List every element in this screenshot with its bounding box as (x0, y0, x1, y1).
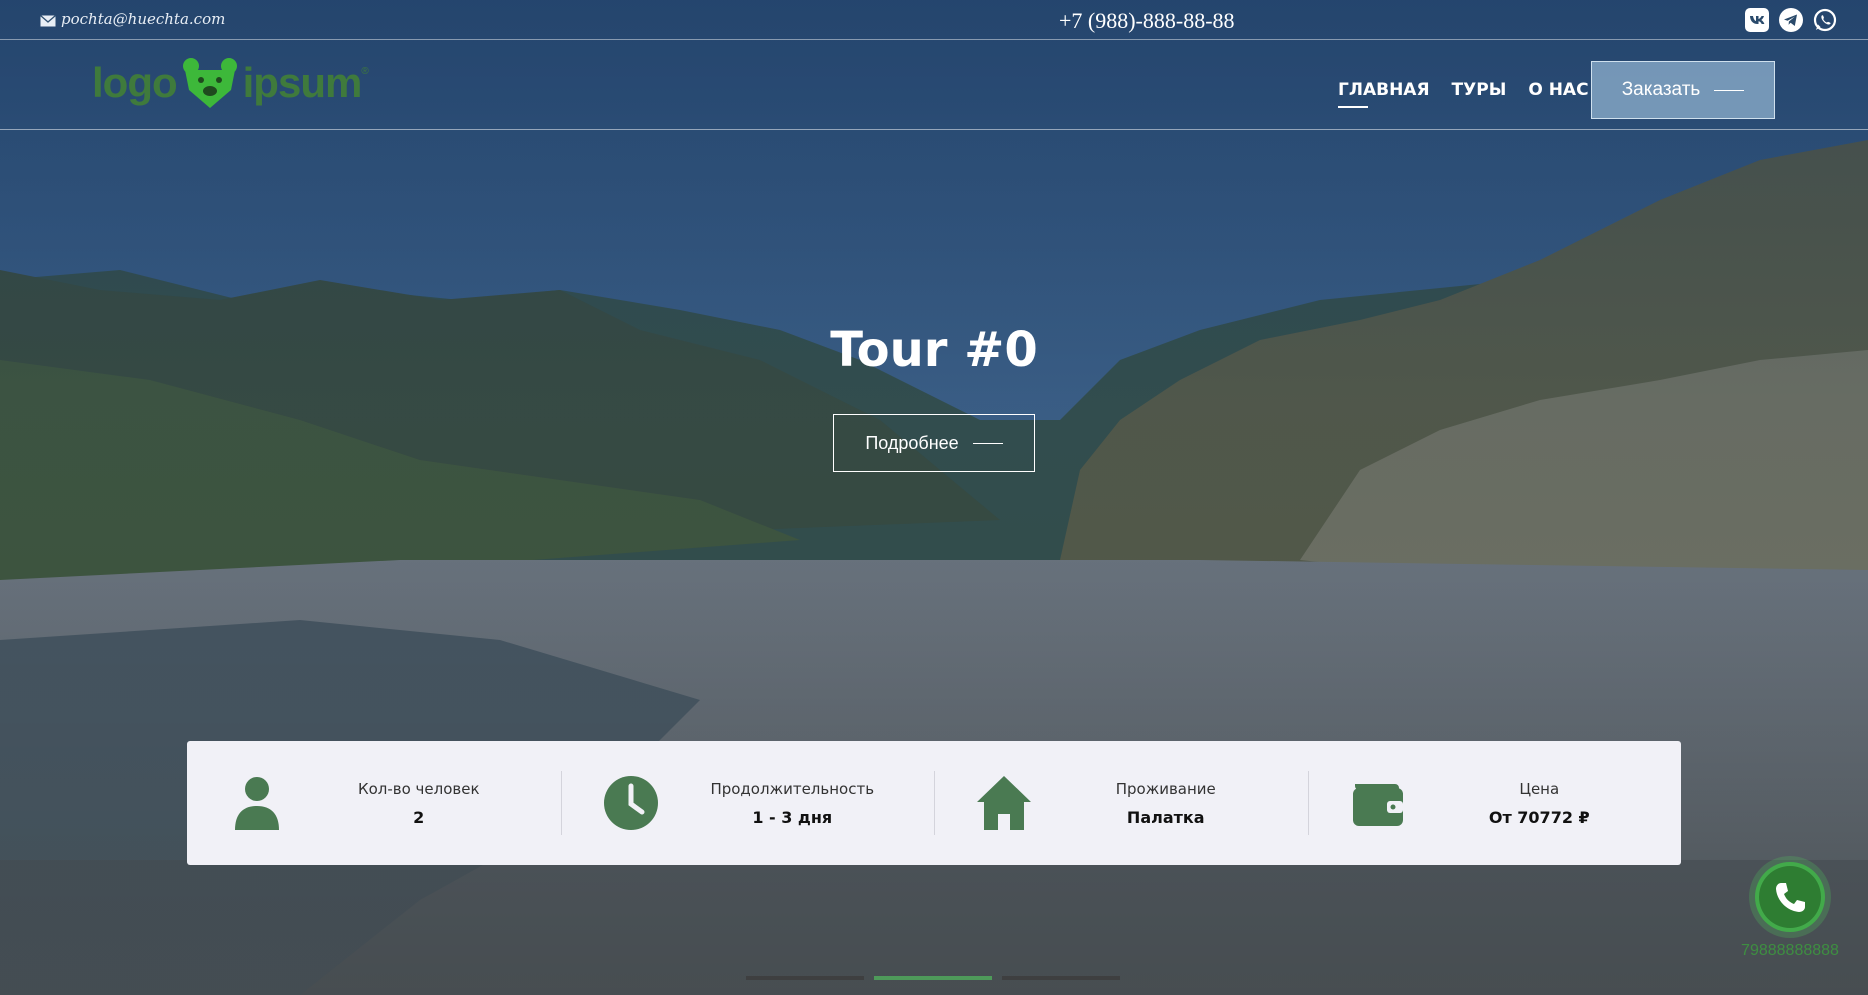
vk-icon[interactable] (1744, 7, 1770, 33)
email-link[interactable]: pochta@huechta.com (40, 10, 225, 28)
whatsapp-icon[interactable] (1812, 7, 1838, 33)
clock-icon (591, 774, 671, 832)
bear-logo-icon (181, 56, 239, 110)
more-details-label: Подробнее (865, 432, 959, 453)
info-value: 2 (413, 807, 425, 827)
info-label: Продолжительность (710, 779, 875, 798)
person-icon (217, 774, 297, 832)
social-links (1744, 7, 1838, 33)
info-value: Палатка (1126, 807, 1205, 827)
info-label: Проживание (1115, 779, 1216, 798)
tour-info-card: Кол-во человек 2 Продолжительность 1 - 3… (187, 741, 1681, 865)
order-button[interactable]: Заказать (1591, 61, 1775, 119)
info-item-price: Цена От 70772 ₽ (1307, 741, 1682, 865)
logo[interactable]: logo ipsum ® (92, 56, 369, 110)
envelope-icon (40, 13, 56, 27)
telegram-icon[interactable] (1778, 7, 1804, 33)
wallet-icon (1338, 774, 1418, 832)
logo-text-left: logo (92, 59, 178, 106)
logo-text-right: ipsum (242, 59, 363, 106)
info-value: От 70772 ₽ (1488, 807, 1590, 827)
phone-number[interactable]: +7 (988)-888-88-88 (1059, 8, 1235, 34)
main-header: logo ipsum ® ГЛАВНАЯ ТУРЫ О НАС Заказать (0, 40, 1868, 130)
info-label: Цена (1519, 779, 1560, 798)
email-text: pochta@huechta.com (61, 10, 226, 28)
logo-trademark: ® (361, 66, 369, 77)
hero-title: Tour #0 (830, 322, 1038, 378)
nav-item-about[interactable]: О НАС (1528, 80, 1588, 106)
phone-icon (1776, 883, 1805, 912)
info-item-accommodation: Проживание Палатка (934, 741, 1308, 865)
house-icon (964, 774, 1044, 832)
main-nav: ГЛАВНАЯ ТУРЫ О НАС (1338, 80, 1589, 108)
call-widget: 79888888888 (1740, 862, 1840, 960)
slider-dot[interactable] (746, 976, 864, 980)
top-bar: pochta@huechta.com +7 (988)-888-88-88 (0, 0, 1868, 40)
nav-item-home[interactable]: ГЛАВНАЯ (1338, 80, 1430, 108)
more-details-button[interactable]: Подробнее (833, 414, 1035, 472)
nav-item-tours[interactable]: ТУРЫ (1452, 80, 1507, 106)
line-arrow-icon (972, 442, 1003, 444)
slider-dot[interactable] (1002, 976, 1120, 980)
slider-pagination (746, 976, 1120, 980)
info-item-people: Кол-во человек 2 (187, 741, 561, 865)
call-number[interactable]: 79888888888 (1740, 942, 1840, 960)
order-button-label: Заказать (1621, 79, 1701, 100)
call-button[interactable] (1755, 862, 1825, 932)
info-item-duration: Продолжительность 1 - 3 дня (560, 741, 935, 865)
info-label: Кол-во человек (357, 779, 480, 798)
slider-dot-active[interactable] (874, 976, 992, 980)
line-arrow-icon (1714, 89, 1745, 91)
info-value: 1 - 3 дня (752, 807, 833, 827)
